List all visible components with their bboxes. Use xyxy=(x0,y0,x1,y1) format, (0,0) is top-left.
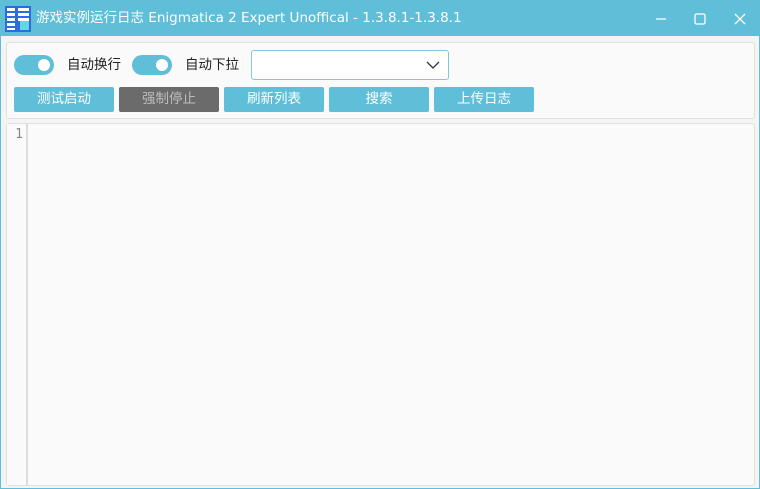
test-launch-button[interactable]: 测试启动 xyxy=(14,87,114,112)
log-text-area[interactable] xyxy=(28,124,754,485)
log-select-dropdown[interactable] xyxy=(251,50,449,80)
log-window: 游戏实例运行日志 Enigmatica 2 Expert Unoffical -… xyxy=(0,0,760,489)
chevron-down-icon xyxy=(426,61,440,69)
close-button[interactable] xyxy=(720,1,760,36)
toolbar-panel: 自动换行 自动下拉 测试启动 强制停止 刷新列表 搜索 上传日志 xyxy=(6,42,755,119)
minimize-icon xyxy=(656,17,666,20)
app-icon xyxy=(5,6,31,32)
toggle-knob xyxy=(156,59,168,71)
auto-wrap-label: 自动换行 xyxy=(67,57,121,73)
maximize-button[interactable] xyxy=(680,1,720,36)
window-title: 游戏实例运行日志 Enigmatica 2 Expert Unoffical -… xyxy=(36,10,462,26)
force-stop-button[interactable]: 强制停止 xyxy=(119,87,219,112)
auto-scroll-toggle[interactable] xyxy=(132,55,172,75)
auto-scroll-label: 自动下拉 xyxy=(185,57,239,73)
refresh-list-button[interactable]: 刷新列表 xyxy=(224,87,324,112)
title-bar[interactable]: 游戏实例运行日志 Enigmatica 2 Expert Unoffical -… xyxy=(1,1,759,36)
line-number-gutter: 1 xyxy=(7,124,28,485)
close-icon xyxy=(734,13,746,24)
minimize-button[interactable] xyxy=(641,1,681,36)
maximize-icon xyxy=(694,12,706,25)
search-button[interactable]: 搜索 xyxy=(329,87,429,112)
upload-log-button[interactable]: 上传日志 xyxy=(434,87,534,112)
toggle-knob xyxy=(38,59,50,71)
line-number: 1 xyxy=(15,127,23,142)
auto-wrap-toggle[interactable] xyxy=(14,55,54,75)
log-editor[interactable]: 1 xyxy=(6,123,755,486)
